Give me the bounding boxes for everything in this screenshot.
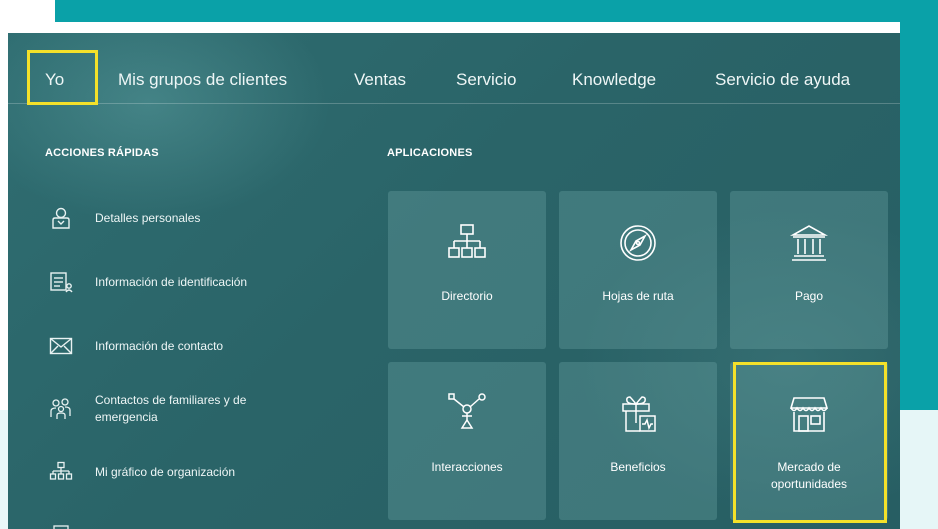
- background-bottom-right: [900, 410, 938, 529]
- quick-action-informacion-de-identificacion[interactable]: Información de identificación: [48, 269, 348, 295]
- compass-icon: [618, 223, 658, 263]
- tile-label: Directorio: [441, 289, 493, 303]
- quick-action-contactos-de-familiares[interactable]: Contactos de familiares y de emergencia: [48, 392, 348, 426]
- applications-heading: APLICACIONES: [387, 147, 473, 159]
- gift-icon: [618, 394, 658, 434]
- background-top-band: [55, 0, 938, 22]
- quick-action-label: Detalles personales: [95, 210, 201, 225]
- bank-icon: [789, 223, 829, 263]
- tile-label: Pago: [794, 289, 824, 303]
- quick-action-informacion-de-contacto[interactable]: Información de contacto: [48, 333, 348, 359]
- quick-action-partial: [48, 517, 348, 529]
- quick-action-label: Información de contacto: [95, 338, 224, 353]
- nav-item-knowledge[interactable]: Knowledge: [572, 70, 656, 90]
- nav-item-yo[interactable]: Yo: [45, 70, 64, 90]
- nav-item-servicio[interactable]: Servicio: [456, 70, 516, 90]
- tile-interacciones[interactable]: Interacciones: [388, 362, 546, 520]
- directory-icon: [447, 223, 487, 263]
- tile-pago[interactable]: Pago: [730, 191, 888, 349]
- tile-label: Beneficios: [610, 460, 666, 474]
- tile-mercado-de-oportunidades[interactable]: Mercado de oportunidades: [730, 362, 888, 520]
- tile-beneficios[interactable]: Beneficios: [559, 362, 717, 520]
- nav-item-mis-grupos-de-clientes[interactable]: Mis grupos de clientes: [118, 70, 287, 90]
- quick-actions-heading: ACCIONES RÁPIDAS: [45, 147, 159, 159]
- tile-hojas-de-ruta[interactable]: Hojas de ruta: [559, 191, 717, 349]
- storefront-icon: [789, 394, 829, 434]
- quick-action-detalles-personales[interactable]: Detalles personales: [48, 205, 348, 231]
- quick-action-mi-grafico-de-organizacion[interactable]: Mi gráfico de organización: [48, 459, 348, 485]
- org-chart-icon: [48, 459, 74, 485]
- tile-label: Mercado de oportunidades: [770, 460, 848, 491]
- id-card-icon: [48, 269, 74, 295]
- envelope-icon: [48, 333, 74, 359]
- family-icon: [48, 396, 74, 422]
- nav-item-ventas[interactable]: Ventas: [354, 70, 406, 90]
- quick-action-label: Contactos de familiares y de emergencia: [95, 393, 247, 424]
- tile-directorio[interactable]: Directorio: [388, 191, 546, 349]
- top-navigation: Yo Mis grupos de clientes Ventas Servici…: [8, 33, 900, 104]
- tile-label: Hojas de ruta: [602, 289, 674, 303]
- nav-item-servicio-de-ayuda[interactable]: Servicio de ayuda: [715, 70, 850, 90]
- person-details-icon: [48, 205, 74, 231]
- tile-label: Interacciones: [431, 460, 503, 474]
- partial-icon: [48, 517, 74, 529]
- quick-action-label: Información de identificación: [95, 274, 248, 289]
- interactions-icon: [447, 393, 487, 434]
- background-right-band: [900, 0, 938, 420]
- app-window: Yo Mis grupos de clientes Ventas Servici…: [8, 33, 900, 529]
- quick-action-label: Mi gráfico de organización: [95, 464, 236, 479]
